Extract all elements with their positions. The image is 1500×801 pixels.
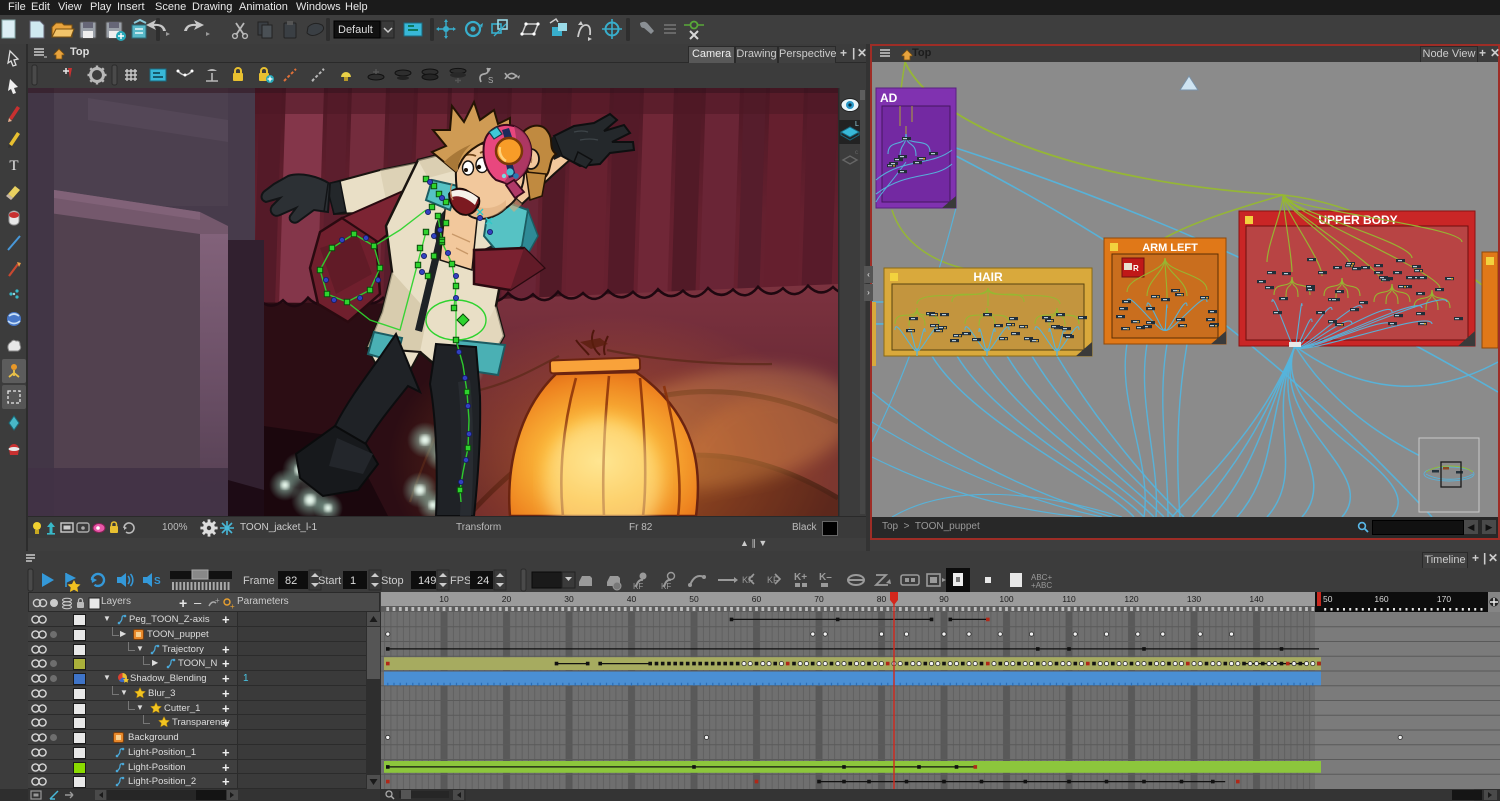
svg-text:70: 70 bbox=[814, 594, 824, 604]
svg-text:100: 100 bbox=[999, 594, 1013, 604]
svg-text:Stop: Stop bbox=[381, 575, 404, 587]
svg-text:Start: Start bbox=[318, 575, 341, 587]
svg-text:10: 10 bbox=[439, 594, 449, 604]
svg-text:1: 1 bbox=[350, 575, 356, 587]
svg-text:90: 90 bbox=[939, 594, 949, 604]
svg-text:HAIR: HAIR bbox=[973, 270, 1003, 284]
svg-text:R: R bbox=[1133, 264, 1139, 273]
svg-text:140: 140 bbox=[1249, 594, 1263, 604]
svg-text:20: 20 bbox=[502, 594, 512, 604]
svg-text:50: 50 bbox=[1323, 594, 1333, 604]
svg-text:Frame: Frame bbox=[243, 575, 275, 587]
svg-text:+: + bbox=[215, 596, 220, 605]
svg-text:24: 24 bbox=[477, 575, 489, 587]
svg-text:149: 149 bbox=[418, 575, 436, 587]
svg-text:AD: AD bbox=[880, 91, 898, 105]
svg-text:–: – bbox=[194, 595, 202, 610]
svg-text:L: L bbox=[855, 121, 859, 128]
svg-text:170: 170 bbox=[1437, 594, 1451, 604]
svg-text:ARM LEFT: ARM LEFT bbox=[1142, 242, 1198, 254]
svg-text:c: c bbox=[855, 150, 858, 156]
svg-text:120: 120 bbox=[1124, 594, 1138, 604]
svg-text:60: 60 bbox=[752, 594, 762, 604]
svg-text:FPS: FPS bbox=[450, 575, 471, 587]
svg-text:S: S bbox=[154, 576, 161, 587]
svg-text:110: 110 bbox=[1062, 594, 1076, 604]
svg-text:+ABC: +ABC bbox=[1031, 581, 1052, 590]
svg-text:50: 50 bbox=[689, 594, 699, 604]
svg-text:T: T bbox=[9, 158, 18, 174]
svg-text:160: 160 bbox=[1374, 594, 1388, 604]
svg-text:K+: K+ bbox=[794, 572, 807, 583]
svg-text:S: S bbox=[488, 76, 493, 85]
svg-text:30: 30 bbox=[564, 594, 574, 604]
svg-text:40: 40 bbox=[627, 594, 637, 604]
svg-text:Default: Default bbox=[338, 24, 373, 36]
svg-text:80: 80 bbox=[877, 594, 887, 604]
svg-text:+: + bbox=[179, 595, 187, 611]
svg-text:K–: K– bbox=[819, 572, 832, 583]
svg-text:+: + bbox=[230, 602, 235, 611]
svg-text:82: 82 bbox=[285, 575, 297, 587]
svg-text:KF: KF bbox=[661, 582, 671, 591]
svg-text:KF: KF bbox=[633, 582, 643, 591]
svg-text:130: 130 bbox=[1187, 594, 1201, 604]
